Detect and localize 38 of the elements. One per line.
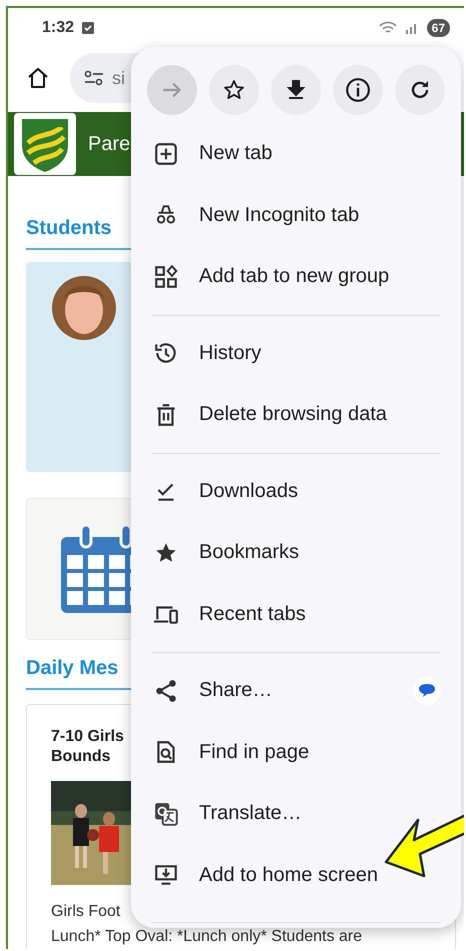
- menu-item[interactable]: Translate…: [131, 783, 461, 844]
- menu-item[interactable]: New Incognito tab: [131, 184, 461, 246]
- school-logo: [14, 113, 76, 175]
- info-icon: [345, 77, 371, 103]
- plus-square-icon: [153, 140, 179, 167]
- battery-level: 67: [426, 19, 450, 37]
- download-button[interactable]: [271, 65, 321, 115]
- menu-item[interactable]: New tab: [131, 123, 461, 184]
- reload-button[interactable]: [395, 65, 445, 115]
- translate-icon: [153, 800, 179, 827]
- message-text: Lunch* Top Oval: *Lunch only* Students are: [51, 927, 362, 947]
- home-icon[interactable]: [26, 66, 50, 90]
- menu-item[interactable]: Recent tabs: [131, 584, 461, 645]
- menu-item[interactable]: History: [131, 322, 461, 384]
- section-heading: Daily Mes: [26, 656, 118, 681]
- status-time: 1:32: [42, 19, 74, 37]
- wifi-icon: [378, 21, 397, 35]
- section-heading: Students: [26, 216, 112, 241]
- menu-item[interactable]: Add to home screen: [131, 844, 461, 906]
- star-icon: [222, 78, 246, 102]
- menu-item[interactable]: Find in page: [131, 722, 461, 783]
- info-button[interactable]: [333, 65, 383, 115]
- tab-group-icon: [153, 264, 179, 290]
- star-button[interactable]: [209, 65, 259, 115]
- tune-icon: [84, 70, 104, 86]
- signal-icon: [404, 22, 419, 34]
- chat-app-icon[interactable]: [413, 676, 441, 705]
- menu-item[interactable]: Bookmarks: [131, 522, 461, 584]
- download-icon: [284, 78, 308, 102]
- notification-icon: [82, 22, 94, 34]
- header-title: Pare: [88, 132, 130, 156]
- menu-item[interactable]: Downloads: [131, 460, 461, 522]
- message-text: Girls Foot: [51, 902, 120, 922]
- menu-item[interactable]: Share…: [131, 660, 461, 722]
- menu-item[interactable]: Add tab to new group: [131, 246, 461, 308]
- message-title: 7-10 Girls: [51, 727, 124, 747]
- message-title: Bounds: [51, 747, 111, 767]
- menu-item[interactable]: Delete browsing data: [131, 384, 461, 446]
